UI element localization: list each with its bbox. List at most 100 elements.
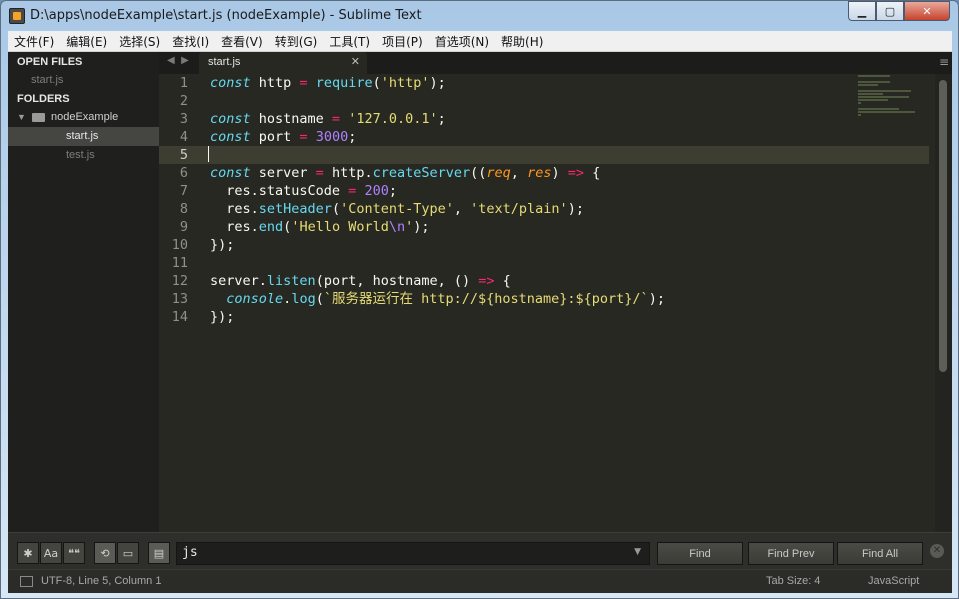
find-query: js	[182, 545, 198, 560]
line-number[interactable]: 4	[159, 128, 199, 146]
find-all-button[interactable]: Find All	[837, 542, 923, 565]
menu-edit[interactable]: 编辑(E)	[60, 31, 113, 51]
menu-project[interactable]: 项目(P)	[376, 31, 429, 51]
find-history-dropdown-icon[interactable]: ▼	[634, 547, 641, 557]
menu-preferences[interactable]: 首选项(N)	[429, 31, 495, 51]
find-close-icon[interactable]: ✕	[930, 544, 944, 558]
in-selection-toggle-button[interactable]: ▭	[117, 542, 139, 564]
code-token: );	[648, 291, 665, 307]
line-number[interactable]: 3	[159, 110, 199, 128]
code-token: res.	[210, 201, 259, 217]
close-window-button[interactable]: ✕	[904, 1, 950, 21]
status-tab-size[interactable]: Tab Size: 4	[766, 575, 820, 587]
code-token: server	[250, 165, 316, 181]
code-token: req	[486, 165, 511, 181]
code-token: ((	[470, 165, 487, 181]
code-line[interactable]: });	[199, 236, 929, 254]
code-token: listen	[266, 273, 316, 289]
sidebar: OPEN FILES start.js FOLDERS ▼ nodeExampl…	[8, 52, 159, 532]
find-prev-button[interactable]: Find Prev	[748, 542, 834, 565]
tab-close-icon[interactable]: ✕	[351, 55, 360, 68]
code-token: );	[567, 201, 584, 217]
find-panel: ✱ Aa ❝❝ ⟲ ▭ ▤ js ▼ Find Find Prev Find A…	[8, 532, 952, 570]
regex-toggle-button[interactable]: ✱	[17, 542, 39, 564]
scrollbar-thumb[interactable]	[939, 80, 947, 372]
status-syntax[interactable]: JavaScript	[868, 575, 919, 587]
code-token: 'Content-Type'	[340, 201, 454, 217]
folder-file-start-js[interactable]: start.js	[8, 127, 159, 146]
line-number[interactable]: 6	[159, 164, 199, 182]
line-number[interactable]: 14	[159, 308, 199, 326]
tab-prev-icon[interactable]: ◀	[167, 55, 175, 66]
code-token: {	[494, 273, 511, 289]
code-line[interactable]: res.statusCode = 200;	[199, 182, 929, 200]
tab-next-icon[interactable]: ▶	[181, 55, 189, 66]
title-bar[interactable]: D:\apps\nodeExample\start.js (nodeExampl…	[1, 1, 958, 31]
code-line[interactable]: const hostname = '127.0.0.1';	[199, 110, 929, 128]
line-number[interactable]: 1	[159, 74, 199, 92]
maximize-button[interactable]: ▢	[876, 1, 904, 21]
find-button[interactable]: Find	[657, 542, 743, 565]
code-token: \n	[388, 219, 406, 235]
menu-tools[interactable]: 工具(T)	[323, 31, 376, 51]
code-line[interactable]	[199, 92, 929, 110]
code-line[interactable]: console.log(`服务器运行在 http://${hostname}:$…	[199, 290, 929, 308]
code-line[interactable]: });	[199, 308, 929, 326]
line-number[interactable]: 2	[159, 92, 199, 110]
code-line[interactable]: res.end('Hello World\n');	[199, 218, 929, 236]
code-line[interactable]	[199, 146, 929, 164]
code-token: server.	[210, 273, 267, 289]
whole-word-toggle-button[interactable]: ❝❝	[63, 542, 85, 564]
code-line[interactable]: const server = http.createServer((req, r…	[199, 164, 929, 182]
code-token: });	[210, 309, 235, 325]
line-number[interactable]: 5	[159, 146, 199, 164]
tab-menu-icon[interactable]: ≡	[939, 55, 949, 69]
line-number[interactable]: 13	[159, 290, 199, 308]
menu-help[interactable]: 帮助(H)	[495, 31, 549, 51]
panel-toggle-icon[interactable]	[20, 576, 33, 587]
code-token: const	[210, 129, 251, 145]
find-input[interactable]: js ▼	[176, 542, 650, 565]
line-number[interactable]: 8	[159, 200, 199, 218]
code-token: http.	[323, 165, 373, 181]
folder-file-test-js[interactable]: test.js	[8, 146, 159, 165]
vertical-scrollbar[interactable]	[935, 74, 952, 532]
tab-nav-arrows[interactable]: ◀ ▶	[167, 55, 189, 66]
minimize-button[interactable]: ▁	[848, 1, 876, 21]
code-line[interactable]	[199, 254, 929, 272]
line-number[interactable]: 7	[159, 182, 199, 200]
menu-file[interactable]: 文件(F)	[8, 31, 60, 51]
minimap[interactable]	[858, 74, 938, 116]
code-token: log	[291, 291, 316, 307]
code-line[interactable]: server.listen(port, hostname, () => {	[199, 272, 929, 290]
sublime-app-icon	[9, 8, 25, 24]
line-number[interactable]: 11	[159, 254, 199, 272]
menu-selection[interactable]: 选择(S)	[113, 31, 166, 51]
menu-goto[interactable]: 转到(G)	[269, 31, 324, 51]
code-line[interactable]: const http = require('http');	[199, 74, 929, 92]
folder-item-nodeexample[interactable]: ▼ nodeExample	[8, 108, 159, 127]
line-number[interactable]: 10	[159, 236, 199, 254]
code-token: )	[551, 165, 568, 181]
code-line[interactable]: const port = 3000;	[199, 128, 929, 146]
highlight-matches-toggle-button[interactable]: ▤	[148, 542, 170, 564]
code-token: ;	[388, 183, 397, 199]
code-token: const	[210, 75, 251, 91]
code-editor[interactable]: const http = require('http'); const host…	[199, 74, 929, 532]
case-sensitive-toggle-button[interactable]: Aa	[40, 542, 62, 564]
application-window: D:\apps\nodeExample\start.js (nodeExampl…	[0, 0, 959, 599]
menu-view[interactable]: 查看(V)	[215, 31, 269, 51]
code-line[interactable]: res.setHeader('Content-Type', 'text/plai…	[199, 200, 929, 218]
folder-expanded-arrow-icon[interactable]: ▼	[17, 108, 26, 127]
line-number[interactable]: 9	[159, 218, 199, 236]
folder-icon	[32, 113, 45, 122]
wrap-toggle-button[interactable]: ⟲	[94, 542, 116, 564]
menu-find[interactable]: 查找(I)	[166, 31, 215, 51]
open-file-item[interactable]: start.js	[8, 71, 159, 90]
code-token: });	[210, 237, 235, 253]
line-number[interactable]: 12	[159, 272, 199, 290]
code-token: port	[250, 129, 300, 145]
tab-start-js[interactable]: start.js ✕	[199, 52, 367, 74]
